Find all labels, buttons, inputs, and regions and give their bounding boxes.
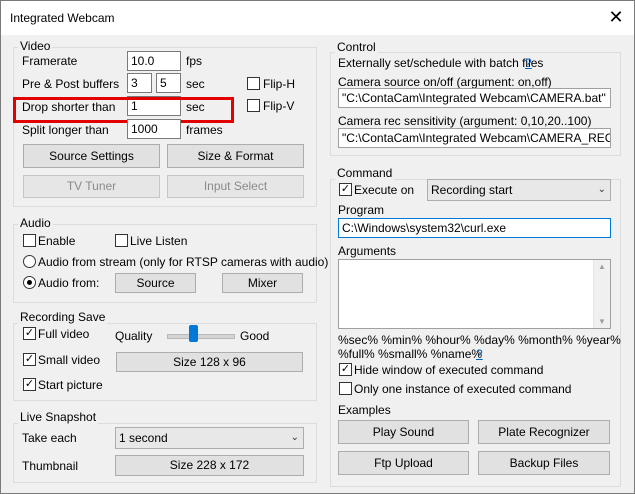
execute-on-checkbox[interactable]: ✓ xyxy=(339,183,352,196)
start-picture-label: Start picture xyxy=(38,378,103,392)
recording-save-group-label: Recording Save xyxy=(18,310,108,324)
prepost-label: Pre & Post buffers xyxy=(22,77,120,91)
take-each-value: 1 second xyxy=(119,431,168,445)
split-longer-label: Split longer than xyxy=(22,123,109,137)
placeholders-help-link[interactable]: ? xyxy=(476,347,483,361)
close-icon[interactable]: ✕ xyxy=(606,7,626,27)
plate-recognizer-button[interactable]: Plate Recognizer xyxy=(478,420,610,444)
framerate-unit: fps xyxy=(186,54,203,68)
arguments-label: Arguments xyxy=(338,244,397,258)
scroll-up-icon[interactable]: ▲ xyxy=(594,262,610,271)
video-group-label: Video xyxy=(18,39,53,53)
audio-enable-label: Enable xyxy=(38,234,76,248)
backup-files-button[interactable]: Backup Files xyxy=(478,451,610,475)
flipv-checkbox[interactable] xyxy=(247,99,260,112)
one-instance-checkbox[interactable] xyxy=(339,382,352,395)
audio-enable-checkbox[interactable] xyxy=(23,234,36,247)
arguments-scrollbar[interactable]: ▲ ▼ xyxy=(593,260,610,328)
batch-help-link[interactable]: ? xyxy=(525,56,532,70)
split-longer-unit: frames xyxy=(186,123,223,137)
dialog-client-area: Video Framerate 10.0 fps Pre & Post buff… xyxy=(1,35,634,493)
audio-from-stream-label: Audio from stream (only for RTSP cameras… xyxy=(38,255,329,269)
placeholders-line1: %sec% %min% %hour% %day% %month% %year% xyxy=(338,333,621,347)
fliph-label: Flip-H xyxy=(263,77,295,91)
full-video-checkbox[interactable]: ✓ xyxy=(23,327,36,340)
pre-buffer-input[interactable]: 3 xyxy=(127,73,152,93)
execute-on-label: Execute on xyxy=(354,183,415,197)
hide-window-checkbox[interactable]: ✓ xyxy=(339,363,352,376)
take-each-select[interactable]: 1 second ⌄ xyxy=(115,427,304,449)
execute-on-value: Recording start xyxy=(431,183,513,197)
rec-sensitivity-label: Camera rec sensitivity (argument: 0,10,2… xyxy=(338,114,592,128)
fliph-checkbox[interactable] xyxy=(247,77,260,90)
source-settings-button[interactable]: Source Settings xyxy=(23,144,160,168)
take-each-label: Take each xyxy=(22,431,77,445)
start-picture-checkbox[interactable]: ✓ xyxy=(23,378,36,391)
play-sound-button[interactable]: Play Sound xyxy=(338,420,469,444)
hide-window-label: Hide window of executed command xyxy=(354,363,544,377)
quality-label: Quality xyxy=(115,329,153,343)
quality-slider-thumb[interactable] xyxy=(189,325,199,342)
framerate-input[interactable]: 10.0 xyxy=(127,51,181,71)
radio-selected-dot xyxy=(27,280,32,285)
examples-label: Examples xyxy=(338,403,391,417)
quality-slider-track[interactable] xyxy=(167,334,235,339)
tv-tuner-button[interactable]: TV Tuner xyxy=(23,175,160,198)
placeholders-line2: %full% %small% %name% xyxy=(338,347,483,361)
small-video-checkbox[interactable]: ✓ xyxy=(23,353,36,366)
quality-good-label: Good xyxy=(240,329,270,343)
audio-group-label: Audio xyxy=(18,216,53,230)
live-listen-label: Live Listen xyxy=(130,234,188,248)
small-video-size-button[interactable]: Size 128 x 96 xyxy=(116,352,303,372)
full-video-label: Full video xyxy=(38,327,90,341)
batch-files-text: Externally set/schedule with batch files xyxy=(338,56,544,70)
program-label: Program xyxy=(338,203,385,217)
arguments-textarea[interactable]: ▲ ▼ xyxy=(338,259,611,329)
title-bar: Integrated Webcam ✕ xyxy=(1,1,634,35)
audio-mixer-button[interactable]: Mixer xyxy=(222,273,303,293)
dialog-window: Integrated Webcam ✕ Video Framerate 10.0… xyxy=(0,0,635,494)
audio-from-label: Audio from: xyxy=(38,276,100,290)
scroll-down-icon[interactable]: ▼ xyxy=(594,317,610,326)
rec-sensitivity-field[interactable]: "C:\ContaCam\Integrated Webcam\CAMERA_RE… xyxy=(338,128,611,148)
audio-from-stream-radio[interactable] xyxy=(23,255,36,268)
command-group-label: Command xyxy=(335,166,395,180)
prepost-unit: sec xyxy=(186,77,205,91)
chevron-down-icon: ⌄ xyxy=(290,432,299,443)
small-video-label: Small video xyxy=(38,353,101,367)
audio-source-button[interactable]: Source xyxy=(115,273,196,293)
control-group-label: Control xyxy=(335,40,378,54)
input-select-button[interactable]: Input Select xyxy=(167,175,304,198)
size-format-button[interactable]: Size & Format xyxy=(167,144,304,168)
execute-on-select[interactable]: Recording start ⌄ xyxy=(427,179,611,201)
live-snapshot-group-label: Live Snapshot xyxy=(18,410,99,424)
flipv-label: Flip-V xyxy=(263,99,295,113)
audio-from-radio[interactable] xyxy=(23,276,36,289)
thumbnail-size-button[interactable]: Size 228 x 172 xyxy=(115,455,304,476)
highlight-box xyxy=(13,97,234,123)
post-buffer-input[interactable]: 5 xyxy=(156,73,181,93)
source-onoff-field[interactable]: "C:\ContaCam\Integrated Webcam\CAMERA.ba… xyxy=(338,88,611,108)
window-title: Integrated Webcam xyxy=(10,11,115,25)
source-onoff-label: Camera source on/off (argument: on,off) xyxy=(338,75,552,89)
ftp-upload-button[interactable]: Ftp Upload xyxy=(338,451,469,475)
split-longer-input[interactable]: 1000 xyxy=(127,119,181,139)
live-listen-checkbox[interactable] xyxy=(115,234,128,247)
thumbnail-label: Thumbnail xyxy=(22,459,79,473)
program-input[interactable]: C:\Windows\system32\curl.exe xyxy=(338,218,611,238)
chevron-down-icon: ⌄ xyxy=(597,184,606,195)
one-instance-label: Only one instance of executed command xyxy=(354,382,572,396)
framerate-label: Framerate xyxy=(22,54,78,68)
